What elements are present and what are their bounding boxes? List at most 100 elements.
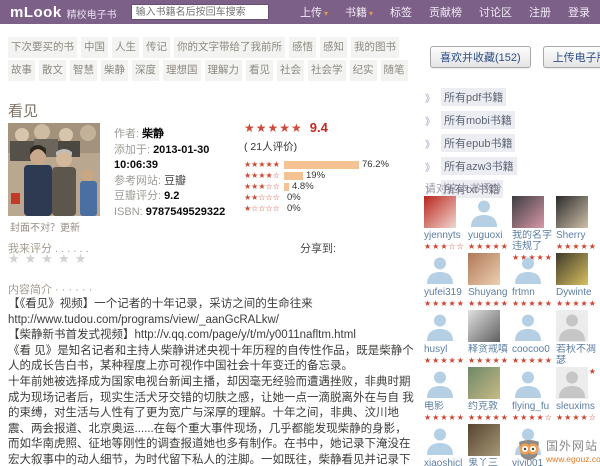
format-link[interactable]: 所有mobi书籍 xyxy=(441,111,515,129)
avatar[interactable] xyxy=(468,196,500,228)
rater-username[interactable]: 我的名字违规了 xyxy=(512,230,554,252)
tag-chip[interactable]: 人生 xyxy=(112,37,139,58)
tag-chip[interactable]: 社会学 xyxy=(308,60,346,81)
rater-username[interactable]: Dywinte xyxy=(556,287,598,298)
nav-item[interactable]: 贡献榜 xyxy=(429,4,462,20)
avatar[interactable] xyxy=(424,253,456,285)
avatar[interactable] xyxy=(556,367,588,399)
rater-username[interactable]: sleuxims xyxy=(556,401,598,412)
avatar[interactable] xyxy=(424,310,456,342)
tag-chip[interactable]: 理解力 xyxy=(204,60,242,81)
avatar[interactable] xyxy=(512,367,544,399)
nav-item[interactable]: 标签 xyxy=(390,4,412,20)
top-navbar: mLook 精校电子书 上传▾书籍▾标签贡献榜讨论区注册登录 xyxy=(0,0,600,24)
rater-username[interactable]: xiaoshicl xyxy=(424,458,466,466)
tag-chip[interactable]: 感知 xyxy=(320,37,347,58)
book-info-row: ISBN: 9787549529322 xyxy=(114,205,242,221)
rater-username[interactable]: 释贪戒嗔 xyxy=(468,344,510,355)
nav-item-label: 标签 xyxy=(390,7,412,19)
nav-item[interactable]: 注册 xyxy=(529,4,551,20)
rater-stars-icon: ★★★★★ xyxy=(424,299,465,308)
rater-username[interactable]: Sherry xyxy=(556,230,598,241)
search-input[interactable] xyxy=(130,4,269,20)
my-rating-stars[interactable]: ★★★★★ xyxy=(8,251,91,267)
nav-item[interactable]: 讨论区 xyxy=(479,4,512,20)
nav-item[interactable]: 上传 ▾ xyxy=(300,4,328,20)
tag-chip[interactable]: 智慧 xyxy=(70,60,97,81)
rater-username[interactable]: husyl xyxy=(424,344,466,355)
rate-this-book-heading: 请对这本书评分 xyxy=(425,183,502,195)
avatar[interactable] xyxy=(512,253,544,285)
tag-chip[interactable]: 深度 xyxy=(132,60,159,81)
nav-item-label: 登录 xyxy=(568,7,590,19)
watermark: 国外网站 www.egouz.com xyxy=(516,437,600,464)
avatar[interactable] xyxy=(556,196,588,228)
person-icon xyxy=(471,200,497,227)
rater-username[interactable]: 约克敦 xyxy=(468,401,510,412)
cover-update-link[interactable]: 封面不对？更新 xyxy=(10,219,80,234)
nav-item[interactable]: 书籍 ▾ xyxy=(345,4,373,20)
person-icon xyxy=(427,314,453,341)
rater-username[interactable]: yuguoxi xyxy=(468,230,510,241)
rater-stars-icon: ★★★★☆ xyxy=(556,413,597,422)
avatar[interactable] xyxy=(468,367,500,399)
avatar[interactable] xyxy=(512,310,544,342)
nav-menu: 上传 ▾ 书籍 ▾ 标签 贡献榜 讨论区 注册 登录 xyxy=(300,4,590,20)
avatar[interactable] xyxy=(468,253,500,285)
distribution-row: ★☆☆☆☆ 0% xyxy=(244,203,416,214)
tag-chip[interactable]: 我的图书 xyxy=(351,37,399,58)
tag-chip[interactable]: 散文 xyxy=(39,60,66,81)
rater-username[interactable]: yjennyts xyxy=(424,230,466,241)
format-link[interactable]: 所有azw3书籍 xyxy=(441,157,517,175)
tag-chip[interactable]: 感悟 xyxy=(289,37,316,58)
format-link[interactable]: 所有epub书籍 xyxy=(441,134,516,152)
tag-chip[interactable]: 随笔 xyxy=(380,60,408,81)
double-arrow-icon: 》 xyxy=(425,139,435,151)
star-level-icon: ★☆☆☆☆ xyxy=(244,204,280,213)
tag-chip[interactable]: 你的文字带给了我前所 xyxy=(174,37,285,58)
avatar[interactable] xyxy=(468,424,500,456)
avatar[interactable] xyxy=(424,424,456,456)
watermark-site-name: 国外网站 xyxy=(546,439,599,453)
rater-username[interactable]: 电影 xyxy=(424,401,466,412)
rater-username[interactable]: yufei319 xyxy=(424,287,466,298)
tag-chip[interactable]: 传记 xyxy=(143,37,170,58)
person-icon xyxy=(559,371,585,398)
chevron-down-icon: ▾ xyxy=(368,9,373,18)
rater-cell: flying_fu ★★★★☆ xyxy=(512,367,556,424)
tag-chip[interactable]: 社会 xyxy=(277,60,304,81)
tag-chip[interactable]: 柴静 xyxy=(101,60,128,81)
format-link[interactable]: 所有pdf书籍 xyxy=(441,88,507,106)
avatar[interactable] xyxy=(424,196,456,228)
rater-username[interactable]: frtmn xyxy=(512,287,554,298)
rater-username[interactable]: flying_fu xyxy=(512,401,554,412)
tag-chip[interactable]: 故事 xyxy=(8,60,35,81)
tag-chip[interactable]: 纪实 xyxy=(349,60,377,81)
tag-chip[interactable]: 下次要买的书 xyxy=(8,37,77,58)
nav-item[interactable]: 登录 xyxy=(568,4,590,20)
favorite-button[interactable]: 喜欢并收藏(152) xyxy=(430,46,531,68)
upload-ebook-button[interactable]: 上传电子版 xyxy=(542,46,600,68)
tag-chip[interactable]: 中国 xyxy=(81,37,108,58)
rater-username[interactable]: 鬼丫三疯!! xyxy=(468,458,510,466)
rater-cell: husyl ★★★★★ xyxy=(424,310,468,367)
field-value: 豆瓣 xyxy=(164,174,187,187)
double-arrow-icon: 》 xyxy=(425,93,435,105)
site-logo[interactable]: mLook xyxy=(10,4,62,21)
avatar[interactable] xyxy=(424,367,456,399)
book-info-list: 作者: 柴静 添加于: 2013-01-30 10:06:39 参考网站: 豆瓣 豆瓣评分:… xyxy=(114,127,242,220)
field-label: 参考网站: xyxy=(114,174,162,187)
avatar[interactable] xyxy=(556,253,588,285)
avatar[interactable] xyxy=(556,310,588,342)
avatar[interactable] xyxy=(512,196,544,228)
tag-chip[interactable]: 看见 xyxy=(246,60,273,81)
avatar[interactable] xyxy=(468,310,500,342)
book-detail-page: mLook 精校电子书 上传▾书籍▾标签贡献榜讨论区注册登录 喜欢并收藏(152… xyxy=(0,0,600,466)
rater-username[interactable]: coocoo0 xyxy=(512,344,554,355)
chevron-down-icon: ▾ xyxy=(323,9,328,18)
tag-chip[interactable]: 理想国 xyxy=(163,60,201,81)
field-label: 添加于: xyxy=(114,143,151,156)
rater-username[interactable]: Shuyang xyxy=(468,287,510,298)
person-icon xyxy=(515,371,541,398)
rater-username[interactable]: 若秋不凋瑟 xyxy=(556,344,598,366)
